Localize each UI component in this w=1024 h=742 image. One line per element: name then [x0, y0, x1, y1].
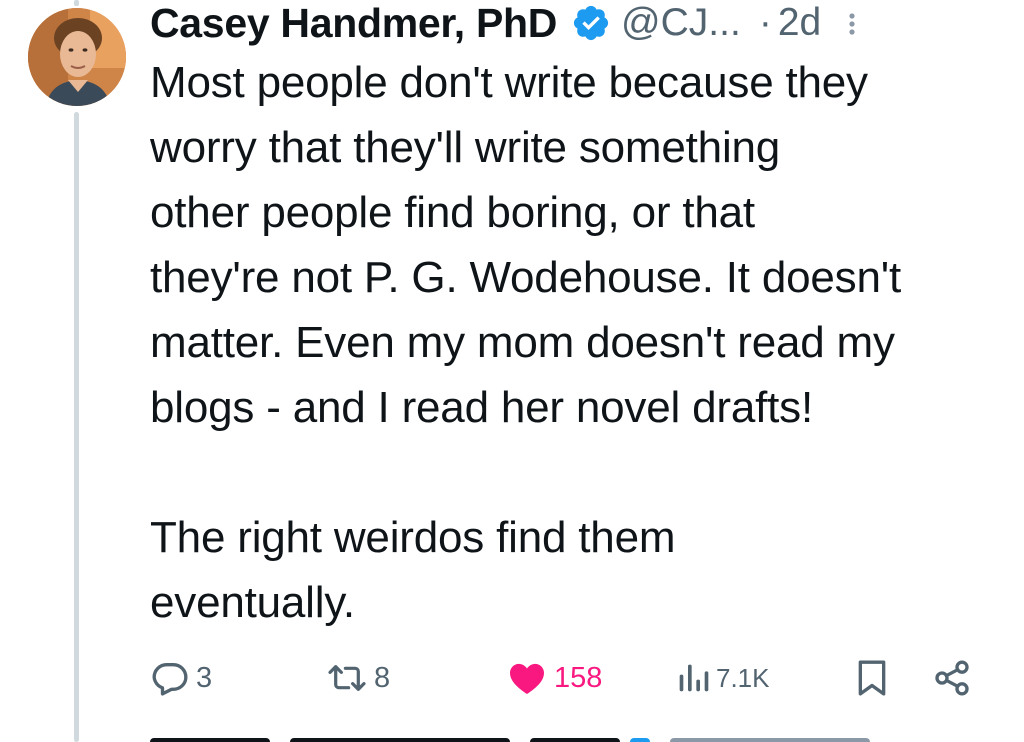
thread-line: [74, 112, 79, 742]
profile-photo-icon: [28, 8, 126, 106]
more-options-icon[interactable]: [847, 4, 857, 42]
retweet-count: 8: [374, 661, 391, 694]
separator-dot: ·: [758, 1, 772, 44]
tweet-line: The right weirdos find them: [150, 513, 676, 562]
tweet-text: Most people don't write because they wor…: [150, 50, 1010, 635]
tweet-paragraph: The right weirdos find them eventually.: [150, 505, 1010, 635]
views-button[interactable]: 7.1K: [676, 650, 770, 706]
tweet-paragraph: Most people don't write because they wor…: [150, 50, 1010, 440]
tweet-line: worry that they'll write something: [150, 123, 781, 172]
share-icon: [932, 658, 972, 698]
author-name[interactable]: Casey Handmer, PhD: [150, 0, 557, 47]
tweet-line: they're not P. G. Wodehouse. It doesn't: [150, 253, 901, 302]
like-count: 158: [554, 661, 603, 694]
reply-button[interactable]: 3: [150, 650, 212, 706]
tweet-header: Casey Handmer, PhD @CJ... · 2d: [150, 0, 1010, 46]
next-tweet-text-fragment: [670, 738, 870, 742]
share-button[interactable]: [932, 650, 972, 706]
action-bar: 3 8 158 7.1K: [150, 650, 980, 706]
views-icon: [676, 658, 710, 698]
retweet-button[interactable]: 8: [326, 650, 390, 706]
retweet-icon: [326, 658, 368, 698]
timestamp[interactable]: 2d: [778, 1, 821, 45]
tweet-line: eventually.: [150, 578, 355, 627]
next-tweet-text-fragment: [290, 738, 510, 742]
views-count: 7.1K: [716, 662, 770, 693]
tweet-line: matter. Even my mom doesn't read my: [150, 318, 895, 367]
bookmark-button[interactable]: [854, 650, 890, 706]
tweet-line: Most people don't write because they: [150, 58, 868, 107]
bookmark-icon: [854, 658, 890, 698]
reply-count: 3: [196, 661, 213, 694]
tweet-line: other people find boring, or that: [150, 188, 755, 237]
verified-badge-icon: [571, 3, 611, 43]
next-tweet-text-fragment: [530, 738, 620, 742]
author-handle[interactable]: @CJ...: [621, 1, 741, 45]
thread-line-top: [74, 0, 79, 6]
next-tweet-text-fragment: [150, 738, 270, 742]
tweet-line: blogs - and I read her novel drafts!: [150, 383, 813, 432]
next-tweet-peek: [150, 732, 950, 742]
tweet[interactable]: Casey Handmer, PhD @CJ... · 2d Most peop…: [0, 0, 1024, 742]
heart-filled-icon: [506, 658, 548, 698]
reply-icon: [150, 658, 190, 698]
next-tweet-badge-fragment: [630, 738, 650, 742]
avatar[interactable]: [28, 8, 126, 106]
like-button[interactable]: 158: [506, 650, 602, 706]
